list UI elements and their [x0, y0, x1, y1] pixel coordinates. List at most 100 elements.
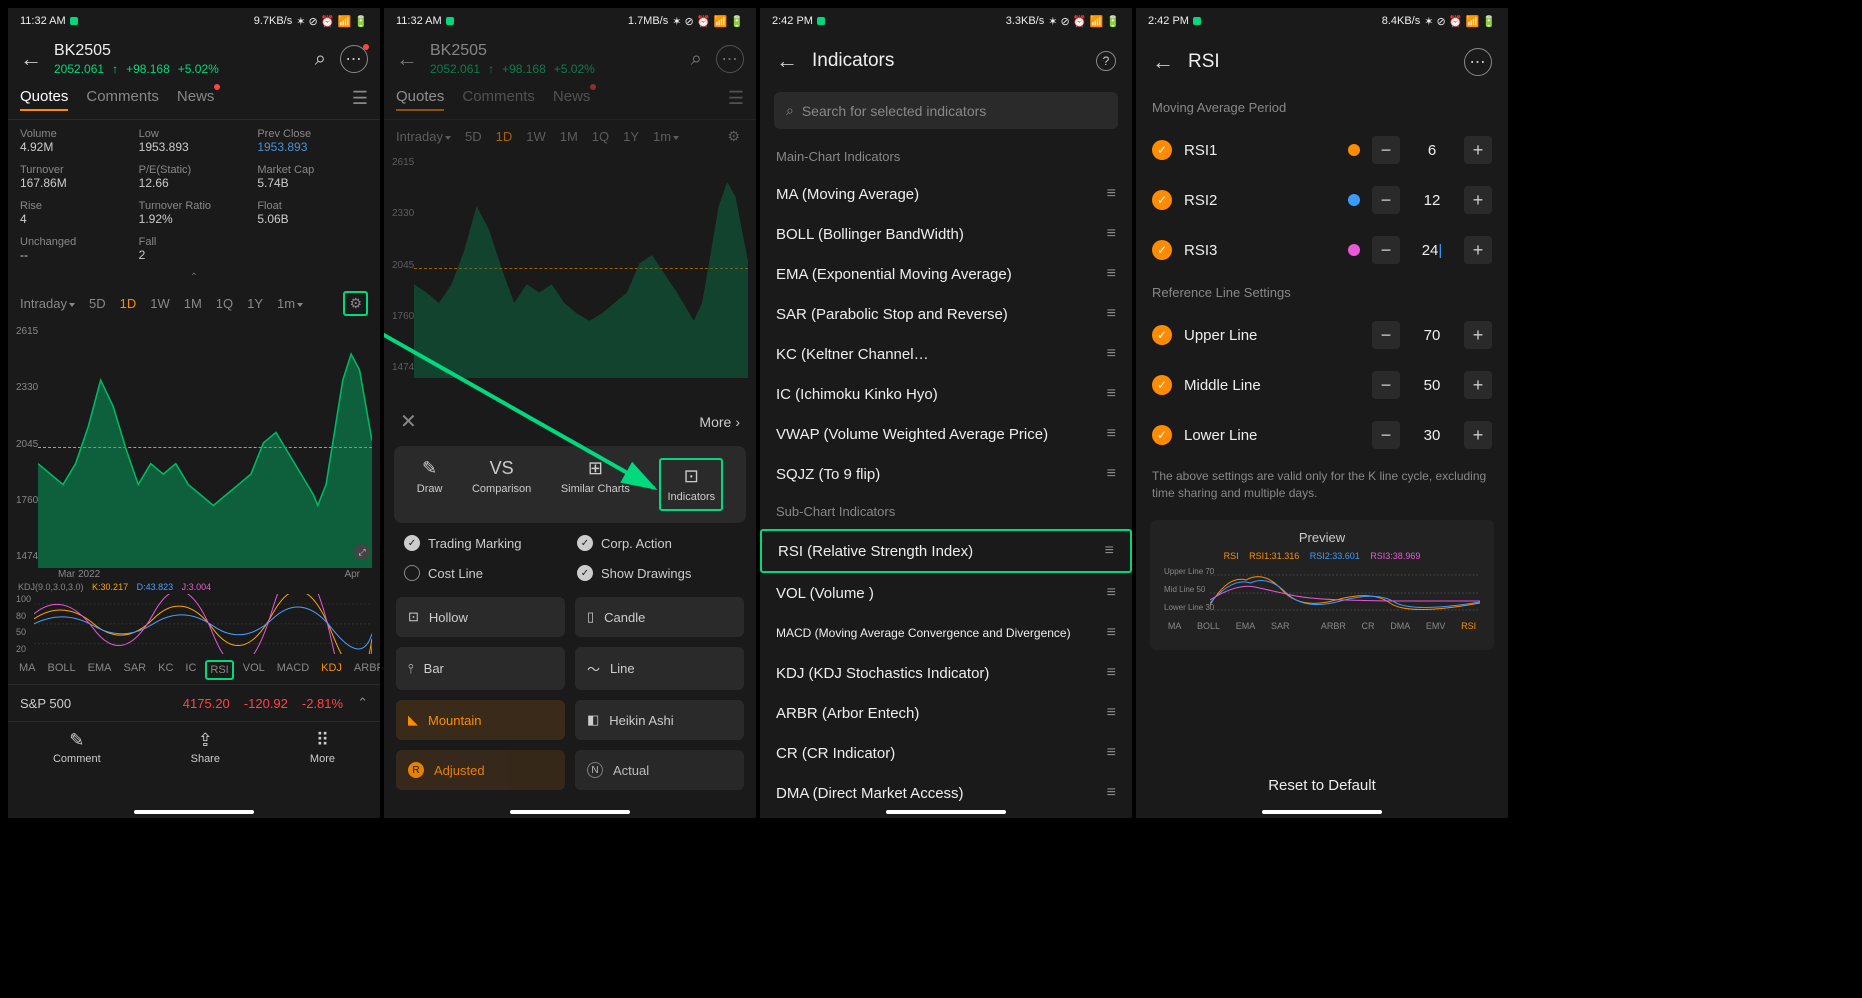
indicator-tab-rsi[interactable]: RSI — [205, 660, 233, 680]
check-icon[interactable]: ✓ — [1152, 425, 1172, 445]
more-icon[interactable]: ⋯ — [1464, 48, 1492, 76]
search-icon[interactable]: ⌕ — [315, 48, 326, 71]
minus-button[interactable]: − — [1372, 136, 1400, 164]
timeframe-intraday[interactable]: Intraday — [396, 129, 451, 144]
check-drawings[interactable]: ✓Show Drawings — [577, 565, 736, 581]
minus-button[interactable]: − — [1372, 371, 1400, 399]
minus-button[interactable]: − — [1372, 421, 1400, 449]
minus-button[interactable]: − — [1372, 236, 1400, 264]
timeframe-1q[interactable]: 1Q — [216, 296, 233, 311]
price-chart[interactable]: 26152330204517601474 — [384, 153, 756, 393]
back-icon[interactable]: ← — [20, 46, 42, 72]
more-icon[interactable]: ⋯ — [340, 45, 368, 73]
timeframe-5d[interactable]: 5D — [465, 129, 482, 144]
drag-icon[interactable]: ≡ — [1107, 225, 1116, 243]
minus-button[interactable]: − — [1372, 186, 1400, 214]
chart-settings-icon[interactable]: ⚙ — [723, 126, 744, 147]
color-dot[interactable] — [1348, 194, 1360, 206]
reset-button[interactable]: Reset to Default — [1150, 763, 1494, 808]
price-chart[interactable]: 26152330204517601474 ⤢ Mar 2022Apr — [8, 322, 380, 582]
search-icon[interactable]: ⌕ — [691, 48, 702, 71]
type-candle[interactable]: ▯Candle — [575, 597, 744, 637]
indicator-item[interactable]: VOL (Volume )≡ — [760, 573, 1132, 613]
indicator-tab-arbr[interactable]: ARBR — [351, 660, 380, 680]
drag-icon[interactable]: ≡ — [1107, 664, 1116, 682]
timeframe-1w[interactable]: 1W — [526, 129, 546, 144]
timeframe-5d[interactable]: 5D — [89, 296, 106, 311]
home-bar[interactable] — [510, 810, 630, 814]
nav-share[interactable]: ⇪Share — [191, 730, 220, 765]
sub-chart[interactable]: 100805020 — [16, 594, 372, 654]
indicator-item[interactable]: MA (Moving Average)≡ — [760, 174, 1132, 214]
tool-similar[interactable]: ⊞Similar Charts — [561, 458, 630, 511]
drag-icon[interactable]: ≡ — [1107, 584, 1116, 602]
tab-news[interactable]: News — [177, 84, 215, 111]
nav-comment[interactable]: ✎Comment — [53, 730, 101, 765]
back-icon[interactable]: ← — [1152, 49, 1174, 75]
help-icon[interactable]: ? — [1096, 51, 1116, 71]
indicator-tab-ic[interactable]: IC — [182, 660, 199, 680]
check-cost[interactable]: Cost Line — [404, 565, 563, 581]
drag-icon[interactable]: ≡ — [1107, 425, 1116, 443]
plus-button[interactable]: + — [1464, 421, 1492, 449]
tool-indicators[interactable]: ⊡Indicators — [659, 458, 723, 511]
drag-icon[interactable]: ≡ — [1107, 265, 1116, 283]
indicator-tab-kdj[interactable]: KDJ — [318, 660, 345, 680]
drag-icon[interactable]: ≡ — [1107, 465, 1116, 483]
bottom-ticker[interactable]: S&P 500 4175.20 -120.92 -2.81% ⌃ — [8, 684, 380, 721]
check-icon[interactable]: ✓ — [1152, 240, 1172, 260]
color-dot[interactable] — [1348, 144, 1360, 156]
plus-button[interactable]: + — [1464, 236, 1492, 264]
type-hollow[interactable]: ⊡Hollow — [396, 597, 565, 637]
indicator-tab-macd[interactable]: MACD — [274, 660, 312, 680]
timeframe-1d[interactable]: 1D — [120, 296, 137, 311]
drag-icon[interactable]: ≡ — [1107, 744, 1116, 762]
tool-draw[interactable]: ✎Draw — [417, 458, 443, 511]
check-icon[interactable]: ✓ — [1152, 140, 1172, 160]
plus-button[interactable]: + — [1464, 186, 1492, 214]
search-input[interactable]: ⌕ Search for selected indicators — [774, 92, 1118, 129]
type-mountain[interactable]: ◣Mountain — [396, 700, 565, 740]
home-bar[interactable] — [1262, 810, 1382, 814]
color-dot[interactable] — [1348, 244, 1360, 256]
timeframe-1m[interactable]: 1m — [277, 296, 303, 311]
minus-button[interactable]: − — [1372, 321, 1400, 349]
indicator-item[interactable]: CR (CR Indicator)≡ — [760, 733, 1132, 773]
drag-icon[interactable]: ≡ — [1107, 305, 1116, 323]
nav-more[interactable]: ⠿More — [310, 730, 335, 765]
indicator-item[interactable]: BOLL (Bollinger BandWidth)≡ — [760, 214, 1132, 254]
plus-button[interactable]: + — [1464, 321, 1492, 349]
more-link[interactable]: More› — [699, 414, 740, 430]
indicator-tab-ma[interactable]: MA — [16, 660, 39, 680]
check-icon[interactable]: ✓ — [1152, 190, 1172, 210]
indicator-tab-kc[interactable]: KC — [155, 660, 176, 680]
tool-comparison[interactable]: VSComparison — [472, 458, 531, 511]
type-bar[interactable]: ⫯Bar — [396, 647, 565, 690]
indicator-item[interactable]: EMA (Exponential Moving Average)≡ — [760, 254, 1132, 294]
timeframe-1y[interactable]: 1Y — [247, 296, 263, 311]
indicator-item[interactable]: KDJ (KDJ Stochastics Indicator)≡ — [760, 653, 1132, 693]
check-corp[interactable]: ✓Corp. Action — [577, 535, 736, 551]
timeframe-1m[interactable]: 1M — [560, 129, 578, 144]
indicator-item[interactable]: MACD (Moving Average Convergence and Div… — [760, 613, 1132, 653]
indicator-item[interactable]: DMA (Direct Market Access)≡ — [760, 773, 1132, 813]
more-icon[interactable]: ⋯ — [716, 45, 744, 73]
back-icon[interactable]: ← — [396, 46, 418, 72]
check-trading[interactable]: ✓Trading Marking — [404, 535, 563, 551]
expand-chevron[interactable]: ⌃ — [8, 270, 380, 285]
indicator-tab-vol[interactable]: VOL — [240, 660, 268, 680]
timeframe-1m[interactable]: 1m — [653, 129, 679, 144]
timeframe-1d[interactable]: 1D — [496, 129, 513, 144]
drag-icon[interactable]: ≡ — [1107, 345, 1116, 363]
type-line[interactable]: 〜Line — [575, 647, 744, 690]
indicator-item[interactable]: IC (Ichimoku Kinko Hyo)≡ — [760, 374, 1132, 414]
drag-icon[interactable]: ≡ — [1107, 704, 1116, 722]
drag-icon[interactable]: ≡ — [1107, 624, 1116, 642]
drag-icon[interactable]: ≡ — [1107, 185, 1116, 203]
indicator-item[interactable]: SAR (Parabolic Stop and Reverse)≡ — [760, 294, 1132, 334]
home-bar[interactable] — [134, 810, 254, 814]
timeframe-1m[interactable]: 1M — [184, 296, 202, 311]
drag-icon[interactable]: ≡ — [1107, 784, 1116, 802]
menu-icon[interactable]: ☰ — [352, 88, 368, 109]
indicator-item[interactable]: ARBR (Arbor Entech)≡ — [760, 693, 1132, 733]
